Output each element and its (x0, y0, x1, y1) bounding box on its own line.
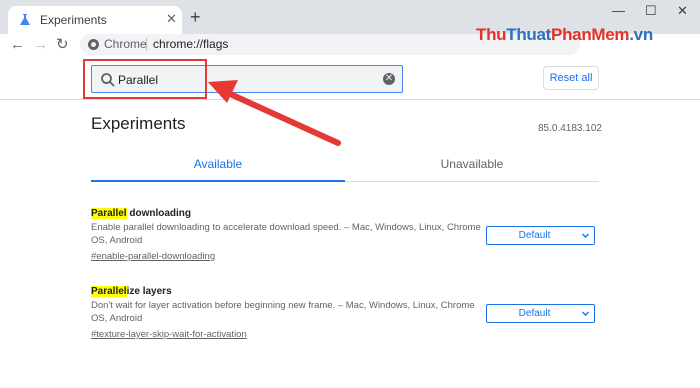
experiment-state-select[interactable]: Default (486, 304, 595, 323)
experiment-title: Parallel downloading (91, 208, 192, 219)
version-label: 85.0.4183.102 (538, 123, 602, 134)
omnibox-divider (146, 38, 147, 51)
experiment-description: Enable parallel downloading to accelerat… (91, 222, 481, 246)
experiment-title: Parallelize layers (91, 286, 172, 297)
watermark-logo: ThuThuatPhanMem.vn (476, 25, 653, 44)
tab-active-indicator (91, 180, 345, 182)
select-value: Default (518, 308, 551, 319)
experiment-description: Don't wait for layer activation before b… (91, 300, 475, 324)
experiment-link[interactable]: #enable-parallel-downloading (91, 251, 481, 262)
omnibox-url[interactable]: chrome://flags (153, 37, 228, 51)
experiment-link[interactable]: #texture-layer-skip-wait-for-activation (91, 329, 481, 340)
tab-close-icon[interactable]: ✕ (166, 12, 177, 26)
select-value: Default (518, 230, 551, 241)
info-icon[interactable] (88, 39, 99, 50)
tab-available[interactable]: Available (91, 146, 345, 182)
annotation-highlight-box (83, 59, 207, 99)
close-icon[interactable]: ✕ (677, 4, 688, 18)
reset-all-button[interactable]: Reset all (543, 66, 599, 90)
flask-icon (20, 14, 30, 25)
browser-tab[interactable]: Experiments ✕ (8, 6, 182, 34)
maximize-icon[interactable]: ☐ (645, 4, 657, 18)
tab-unavailable[interactable]: Unavailable (345, 146, 599, 182)
omnibox-chip: Chrome (104, 37, 147, 51)
tab-title: Experiments (40, 13, 107, 27)
page-title: Experiments (91, 114, 186, 133)
experiment-state-select[interactable]: Default (486, 226, 595, 245)
experiment-parallelize-layers: Parallelize layers Don't wait for layer … (91, 286, 481, 340)
clear-search-icon[interactable]: ✕ (383, 73, 395, 85)
experiment-parallel-downloading: Parallel downloading Enable parallel dow… (91, 208, 481, 262)
back-icon[interactable]: ← (10, 37, 25, 53)
plus-icon[interactable]: + (190, 8, 201, 26)
minimize-icon[interactable]: — (612, 4, 625, 18)
chevron-down-icon (582, 311, 589, 316)
reload-icon[interactable]: ↻ (56, 37, 69, 53)
forward-icon[interactable]: → (33, 37, 48, 53)
chevron-down-icon (582, 233, 589, 238)
